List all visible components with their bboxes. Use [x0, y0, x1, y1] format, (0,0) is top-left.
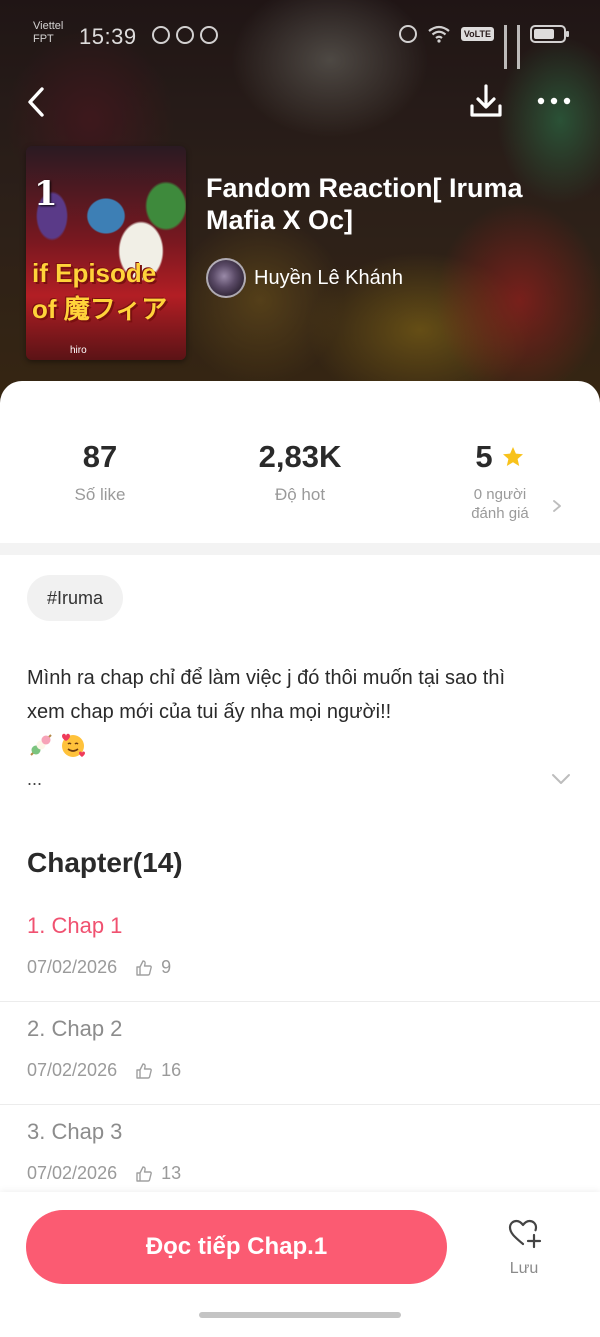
tag-chip[interactable]: #Iruma [27, 575, 124, 621]
story-description: Mình ra chap chỉ để làm việc j đó thôi m… [27, 667, 506, 723]
carrier-line-2: FPT [33, 33, 54, 45]
smiling-face-with-hearts-icon [62, 733, 85, 757]
chapter-likes: 13 [161, 1163, 182, 1183]
home-indicator[interactable] [199, 1312, 401, 1318]
hot-label: Độ hot [274, 485, 326, 504]
chapter-row[interactable]: 1. Chap 1 07/02/2026 9 [0, 899, 600, 1002]
signal-1-icon [504, 25, 507, 69]
chapter-meta: 07/02/2026 9 [27, 957, 171, 978]
thumbs-up-icon [136, 1062, 152, 1079]
chapter-list: 1. Chap 1 07/02/2026 9 2. Chap 2 07/02/2… [0, 899, 600, 1208]
alarm-icon [398, 25, 417, 43]
description-emojis [27, 731, 87, 759]
chapter-title: 2. Chap 2 [27, 1016, 123, 1041]
carrier-line-1: Viettel [33, 20, 64, 32]
stat-likes: 87 Số like [0, 439, 200, 505]
thumbs-up-icon [136, 959, 152, 976]
message-icon [152, 26, 170, 44]
chevron-right-icon[interactable] [550, 499, 564, 513]
chevron-left-icon [28, 87, 44, 117]
rating-value-row: 5 [400, 439, 600, 475]
author-name: Huyền Lê Khánh [254, 266, 404, 289]
signal-2-icon [517, 25, 520, 69]
system-icons: VoLTE [398, 25, 569, 69]
heart-plus-icon [508, 1219, 542, 1249]
back-button[interactable] [20, 82, 56, 122]
rating-label: 0 người đánh giá [400, 485, 600, 523]
stat-rating[interactable]: 5 0 người đánh giá [400, 439, 600, 523]
story-hero: Viettel FPT 15:39 VoLTE 1 if Episode of … [0, 0, 600, 420]
story-cover[interactable]: 1 if Episode of 魔フィア hiro [26, 146, 186, 360]
author-avatar [206, 258, 246, 298]
save-button[interactable]: Lưu [492, 1216, 556, 1286]
carrier-label: Viettel FPT [33, 20, 63, 46]
chevron-down-icon[interactable] [550, 771, 572, 787]
volte-badge: VoLTE [460, 27, 494, 41]
author-link[interactable]: Huyền Lê Khánh [206, 258, 403, 298]
bottom-action-bar: Đọc tiếp Chap.1 Lưu [0, 1192, 600, 1337]
star-icon [502, 447, 523, 466]
likes-label: Số like [74, 485, 126, 504]
battery-icon [530, 25, 569, 43]
stat-hot: 2,83K Độ hot [200, 439, 400, 505]
continue-reading-button[interactable]: Đọc tiếp Chap.1 [26, 1210, 447, 1284]
more-horizontal-icon [537, 97, 571, 105]
chapter-row[interactable]: 2. Chap 2 07/02/2026 16 [0, 1002, 600, 1105]
more-options-button[interactable] [532, 86, 576, 116]
chapter-likes: 9 [161, 957, 172, 977]
cover-title-art: if Episode of 魔フィア [32, 258, 168, 324]
threads-icon [200, 26, 218, 44]
chapter-date: 07/02/2026 [27, 1163, 118, 1183]
rating-label-line-2: đánh giá [471, 505, 529, 522]
cover-volume: 1 [34, 174, 58, 214]
download-icon [470, 84, 502, 117]
cover-credit: hiro [70, 345, 87, 356]
chapter-meta: 07/02/2026 13 [27, 1163, 181, 1184]
status-bar: Viettel FPT 15:39 VoLTE [0, 0, 600, 74]
chapter-title: 3. Chap 3 [27, 1119, 123, 1144]
story-title: Fandom Reaction[ Iruma Mafia X Oc] [206, 173, 523, 235]
wifi-icon [428, 25, 450, 43]
save-label: Lưu [509, 1260, 539, 1277]
thumbs-up-icon [136, 1165, 152, 1182]
notification-icons [152, 26, 218, 44]
stats-row: 87 Số like 2,83K Độ hot 5 0 người đánh g… [0, 381, 600, 543]
section-divider [0, 543, 600, 555]
facebook-icon [176, 26, 194, 44]
hot-value: 2,83K [258, 439, 342, 474]
chapter-meta: 07/02/2026 16 [27, 1060, 181, 1081]
chapter-title: 1. Chap 1 [27, 913, 123, 938]
status-time: 15:39 [79, 24, 137, 49]
download-button[interactable] [466, 82, 506, 122]
chapter-date: 07/02/2026 [27, 957, 118, 977]
chapter-date: 07/02/2026 [27, 1060, 118, 1080]
rating-label-line-1: 0 người [473, 486, 527, 503]
chapter-likes: 16 [161, 1060, 182, 1080]
likes-value: 87 [82, 439, 118, 474]
dango-emoji-icon [30, 734, 52, 756]
chapter-count-heading: Chapter(14) [27, 847, 183, 878]
description-truncation: ... [27, 769, 43, 789]
rating-value: 5 [475, 439, 493, 474]
